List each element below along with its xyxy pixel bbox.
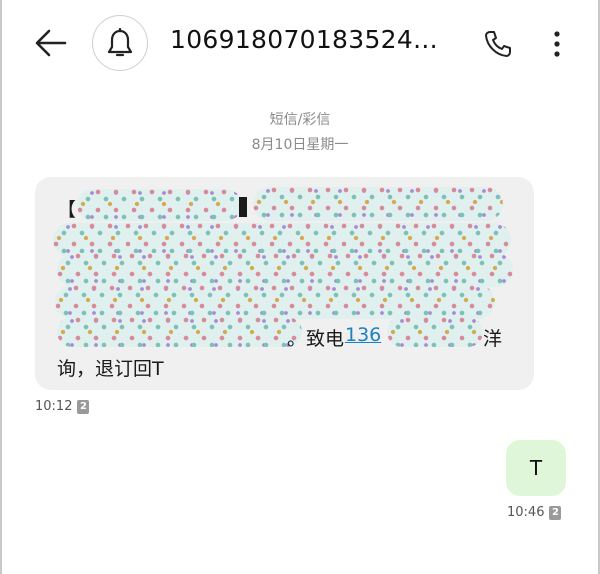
redacted-area — [77, 189, 242, 221]
outgoing-message-meta: 10:46 2 — [507, 505, 562, 520]
redacted-area — [57, 317, 302, 347]
notification-button[interactable] — [92, 15, 148, 71]
message-type-label: 短信/彩信 — [269, 112, 331, 128]
phone-icon — [485, 31, 511, 57]
date-separator: 8月10日星期一 — [251, 137, 349, 153]
more-options-button[interactable] — [543, 26, 571, 62]
sim-card-icon: 2 — [549, 505, 562, 520]
more-vertical-icon — [554, 31, 560, 57]
contact-title[interactable]: 106918070183524... — [170, 25, 460, 54]
outgoing-message-bubble[interactable]: T — [506, 440, 566, 496]
conversation-header: 106918070183524... — [0, 0, 600, 88]
redacted-area — [253, 187, 503, 221]
incoming-timestamp: 10:12 — [35, 399, 73, 414]
text-fragment — [239, 197, 247, 217]
message-text-fragment: 洋 — [483, 328, 503, 350]
incoming-message-bubble[interactable]: 【 。致电 136 洋 询，退订回T — [35, 177, 534, 390]
message-bracket: 【 — [57, 199, 77, 221]
redacted-area — [387, 317, 483, 347]
bell-icon — [107, 28, 133, 57]
arrow-left-icon — [35, 29, 67, 57]
message-text-fragment: 。致电 — [287, 328, 345, 350]
incoming-message-meta: 10:12 2 — [35, 399, 90, 414]
redacted-area — [57, 253, 513, 287]
message-text-last-line: 询，退订回T — [57, 358, 164, 380]
call-button[interactable] — [480, 26, 516, 62]
back-button[interactable] — [30, 24, 72, 62]
phone-number-link[interactable]: 136 — [345, 324, 381, 346]
outgoing-message-text: T — [529, 456, 543, 480]
redacted-area — [55, 285, 495, 319]
redacted-area — [53, 223, 511, 257]
outgoing-timestamp: 10:46 — [507, 505, 545, 520]
sim-card-icon: 2 — [77, 399, 90, 414]
